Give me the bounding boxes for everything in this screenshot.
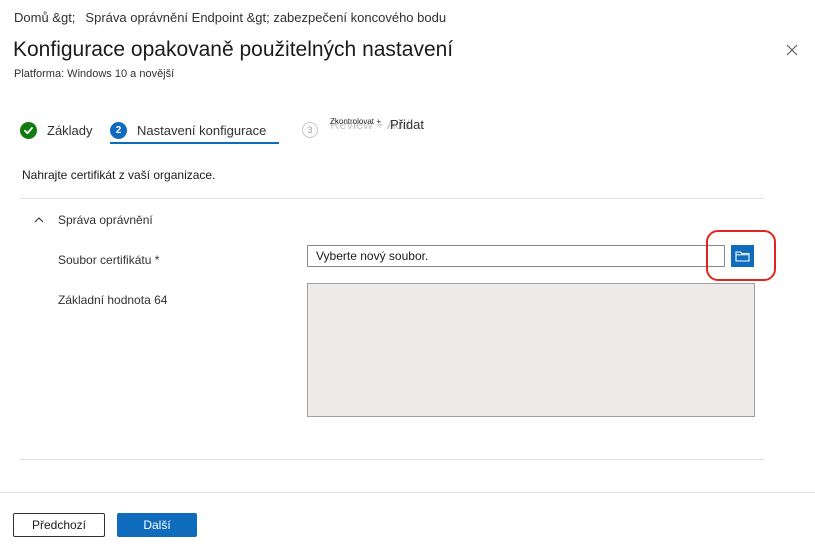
- active-step-indicator: [110, 142, 279, 144]
- footer-divider: [0, 492, 815, 493]
- close-button[interactable]: [781, 39, 803, 61]
- step-label-configuration: Nastavení konfigurace: [137, 122, 267, 138]
- base64-textarea[interactable]: [307, 283, 755, 417]
- step-number-3: 3: [302, 122, 318, 138]
- breadcrumb: Domů &gt; Správa oprávnění Endpoint &gt; …: [14, 10, 446, 25]
- divider: [20, 459, 764, 460]
- section-title: Správa oprávnění: [58, 213, 153, 227]
- browse-file-button[interactable]: [731, 245, 754, 267]
- close-icon: [786, 44, 798, 56]
- certificate-file-label: Soubor certifikátu *: [58, 253, 160, 267]
- certificate-file-input[interactable]: [307, 245, 725, 267]
- page-subtitle: Platforma: Windows 10 a novější: [14, 68, 175, 80]
- breadcrumb-current[interactable]: Správa oprávnění Endpoint &gt; zabezpeče…: [85, 10, 446, 25]
- chevron-up-icon: [34, 217, 44, 223]
- next-button[interactable]: Další: [117, 513, 197, 537]
- breadcrumb-home[interactable]: Domů &gt;: [14, 10, 75, 25]
- previous-button[interactable]: Předchozí: [13, 513, 105, 537]
- section-toggle-permissions[interactable]: Správa oprávnění: [34, 213, 153, 227]
- step-configuration[interactable]: 2 Nastavení konfigurace: [110, 116, 266, 144]
- base64-label: Základní hodnota 64: [58, 293, 168, 307]
- folder-icon: [735, 251, 750, 262]
- step-number-2: 2: [110, 121, 127, 139]
- step-review[interactable]: 3: [302, 116, 318, 144]
- step-label-add-overlay: Přidat: [390, 117, 424, 132]
- step-label-review-overlay: Zkontrolovat +: [330, 117, 381, 126]
- checkmark-icon: [20, 121, 37, 139]
- instruction-text: Nahrajte certifikát z vaší organizace.: [22, 168, 216, 182]
- divider: [20, 198, 764, 199]
- page-title: Konfigurace opakovaně použitelných nasta…: [13, 38, 454, 61]
- step-label-basics: Základy: [47, 122, 93, 138]
- step-basics[interactable]: Základy: [20, 116, 93, 144]
